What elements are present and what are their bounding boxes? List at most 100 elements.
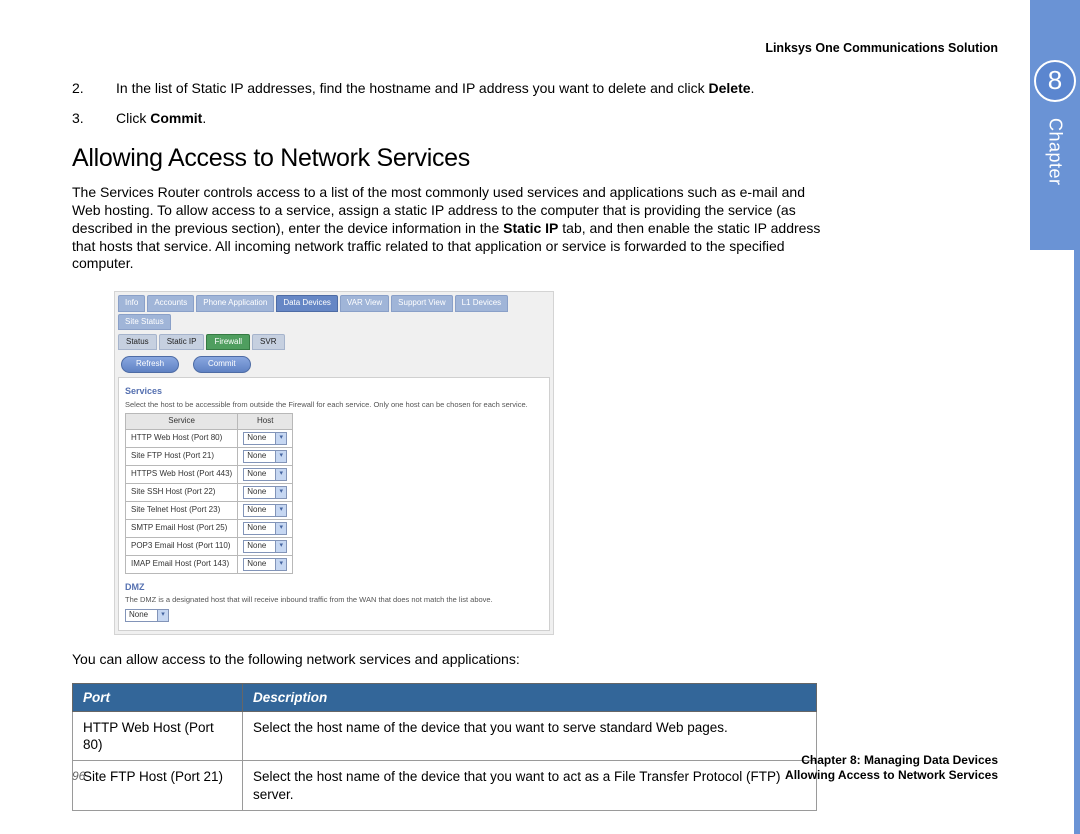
dmz-note: The DMZ is a designated host that will r… bbox=[125, 595, 543, 605]
port-description-table: Port Description HTTP Web Host (Port 80)… bbox=[72, 683, 817, 811]
service-row: Site Telnet Host (Port 23) None ▾ bbox=[126, 501, 293, 519]
col-host: Host bbox=[238, 414, 293, 429]
host-select[interactable]: None ▾ bbox=[243, 558, 287, 571]
step-tail: . bbox=[202, 110, 206, 126]
service-name: SMTP Email Host (Port 25) bbox=[126, 519, 238, 537]
host-value: None bbox=[247, 433, 266, 443]
service-row: Site FTP Host (Port 21) None ▾ bbox=[126, 447, 293, 465]
sub-tab-status[interactable]: Status bbox=[118, 334, 157, 350]
chevron-down-icon: ▾ bbox=[275, 559, 286, 570]
header-brand: Linksys One Communications Solution bbox=[765, 40, 998, 56]
top-tab-site-status[interactable]: Site Status bbox=[118, 314, 171, 330]
top-tab-accounts[interactable]: Accounts bbox=[147, 295, 194, 311]
host-value: None bbox=[247, 487, 266, 497]
footer-section: Allowing Access to Network Services bbox=[785, 768, 998, 784]
chevron-down-icon: ▾ bbox=[275, 451, 286, 462]
service-name: IMAP Email Host (Port 143) bbox=[126, 555, 238, 573]
top-tab-var-view[interactable]: VAR View bbox=[340, 295, 389, 311]
host-select[interactable]: None ▾ bbox=[243, 468, 287, 481]
host-select[interactable]: None ▾ bbox=[243, 450, 287, 463]
col-service: Service bbox=[126, 414, 238, 429]
footer-chapter: Chapter 8: Managing Data Devices bbox=[785, 753, 998, 769]
step-text: Click bbox=[116, 110, 150, 126]
host-value: None bbox=[247, 469, 266, 479]
th-description: Description bbox=[243, 683, 817, 711]
service-row: HTTP Web Host (Port 80) None ▾ bbox=[126, 429, 293, 447]
host-cell: None ▾ bbox=[238, 537, 293, 555]
host-cell: None ▾ bbox=[238, 519, 293, 537]
step-tail: . bbox=[751, 80, 755, 96]
host-cell: None ▾ bbox=[238, 429, 293, 447]
services-table: Service Host HTTP Web Host (Port 80) None… bbox=[125, 413, 293, 573]
host-select[interactable]: None ▾ bbox=[243, 540, 287, 553]
service-row: IMAP Email Host (Port 143) None ▾ bbox=[126, 555, 293, 573]
host-select[interactable]: None ▾ bbox=[243, 486, 287, 499]
chapter-tab: 8 Chapter bbox=[1030, 0, 1080, 250]
host-cell: None ▾ bbox=[238, 501, 293, 519]
services-heading: Services bbox=[125, 386, 543, 398]
refresh-button[interactable]: Refresh bbox=[121, 356, 179, 373]
service-name: Site SSH Host (Port 22) bbox=[126, 483, 238, 501]
host-value: None bbox=[247, 505, 266, 515]
service-row: SMTP Email Host (Port 25) None ▾ bbox=[126, 519, 293, 537]
step-text: In the list of Static IP addresses, find… bbox=[116, 80, 709, 96]
chapter-label: Chapter bbox=[1043, 118, 1066, 186]
para-bold: Static IP bbox=[503, 220, 558, 236]
service-name: Site Telnet Host (Port 23) bbox=[126, 501, 238, 519]
top-tab-data-devices[interactable]: Data Devices bbox=[276, 295, 338, 311]
host-cell: None ▾ bbox=[238, 555, 293, 573]
th-port: Port bbox=[73, 683, 243, 711]
chevron-down-icon: ▾ bbox=[157, 610, 168, 621]
chevron-down-icon: ▾ bbox=[275, 487, 286, 498]
host-cell: None ▾ bbox=[238, 483, 293, 501]
chevron-down-icon: ▾ bbox=[275, 469, 286, 480]
action-button-row: Refresh Commit bbox=[115, 350, 553, 377]
lead-text: You can allow access to the following ne… bbox=[72, 651, 822, 669]
chevron-down-icon: ▾ bbox=[275, 505, 286, 516]
service-row: Site SSH Host (Port 22) None ▾ bbox=[126, 483, 293, 501]
host-value: None bbox=[247, 559, 266, 569]
host-cell: None ▾ bbox=[238, 447, 293, 465]
step-bold: Commit bbox=[150, 110, 202, 126]
page-content: 2.In the list of Static IP addresses, fi… bbox=[72, 80, 822, 811]
services-note: Select the host to be accessible from ou… bbox=[125, 400, 543, 410]
sub-tab-row: StatusStatic IPFirewallSVR bbox=[115, 330, 553, 350]
page-number: 96 bbox=[72, 769, 85, 784]
chevron-down-icon: ▾ bbox=[275, 523, 286, 534]
chevron-down-icon: ▾ bbox=[275, 541, 286, 552]
chapter-number-badge: 8 bbox=[1034, 60, 1076, 102]
service-row: HTTPS Web Host (Port 443)None▾ bbox=[126, 465, 293, 483]
host-value: None bbox=[247, 541, 266, 551]
app-body: Services Select the host to be accessibl… bbox=[118, 377, 550, 630]
section-heading: Allowing Access to Network Services bbox=[72, 142, 822, 174]
host-select[interactable]: None ▾ bbox=[243, 522, 287, 535]
top-tab-l1-devices[interactable]: L1 Devices bbox=[455, 295, 509, 311]
service-name: POP3 Email Host (Port 110) bbox=[126, 537, 238, 555]
host-select[interactable]: None ▾ bbox=[243, 432, 287, 445]
service-row: POP3 Email Host (Port 110) None ▾ bbox=[126, 537, 293, 555]
step-number: 2. bbox=[94, 80, 116, 98]
dmz-value: None bbox=[129, 610, 148, 620]
intro-paragraph: The Services Router controls access to a… bbox=[72, 184, 822, 274]
service-name: Site FTP Host (Port 21) bbox=[126, 447, 238, 465]
top-tab-phone-application[interactable]: Phone Application bbox=[196, 295, 274, 311]
page-footer: 96 Chapter 8: Managing Data Devices Allo… bbox=[72, 753, 998, 784]
service-name: HTTP Web Host (Port 80) bbox=[126, 429, 238, 447]
sub-tab-firewall[interactable]: Firewall bbox=[206, 334, 250, 350]
sub-tab-svr[interactable]: SVR bbox=[252, 334, 284, 350]
step-bold: Delete bbox=[709, 80, 751, 96]
host-cell: None ▾ bbox=[238, 465, 293, 483]
steps-list: 2.In the list of Static IP addresses, fi… bbox=[72, 80, 822, 128]
host-select[interactable]: None ▾ bbox=[243, 504, 287, 517]
accent-strip bbox=[1074, 250, 1080, 834]
host-value: None bbox=[247, 523, 266, 533]
step-number: 3. bbox=[94, 110, 116, 128]
sub-tab-static-ip[interactable]: Static IP bbox=[159, 334, 205, 350]
dmz-select[interactable]: None ▾ bbox=[125, 609, 169, 622]
embedded-app-screenshot: InfoAccountsPhone ApplicationData Device… bbox=[114, 291, 554, 634]
commit-button[interactable]: Commit bbox=[193, 356, 251, 373]
chevron-down-icon: ▾ bbox=[275, 433, 286, 444]
top-tab-support-view[interactable]: Support View bbox=[391, 295, 452, 311]
top-tab-info[interactable]: Info bbox=[118, 295, 145, 311]
host-value: None bbox=[247, 451, 266, 461]
